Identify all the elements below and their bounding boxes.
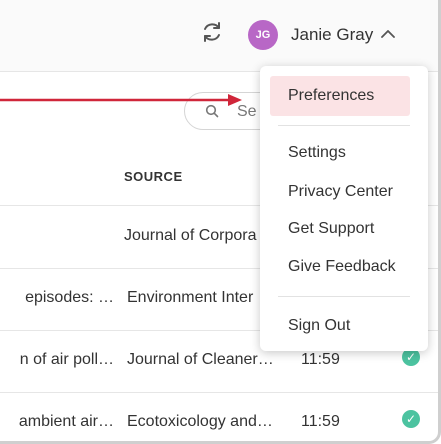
avatar[interactable]: JG	[248, 20, 278, 50]
row-time: 11:59	[301, 413, 340, 430]
menu-divider	[278, 125, 410, 126]
row-source: Journal of Cleaner…	[127, 351, 274, 368]
menu-item-privacy-center[interactable]: Privacy Center	[260, 172, 428, 212]
menu-item-preferences[interactable]: Preferences	[270, 76, 410, 116]
row-title: ambient air…	[18, 413, 114, 430]
menu-divider	[278, 296, 410, 297]
column-header-source[interactable]: SOURCE	[124, 169, 183, 184]
menu-item-get-support[interactable]: Get Support	[260, 209, 428, 249]
app-frame: JG Janie Gray Se SOURCE Journal of Corpo…	[0, 0, 441, 444]
user-name[interactable]: Janie Gray	[291, 25, 373, 45]
user-dropdown-menu: Preferences Settings Privacy Center Get …	[260, 66, 428, 351]
menu-item-sign-out[interactable]: Sign Out	[260, 306, 428, 346]
refresh-icon[interactable]	[200, 20, 224, 44]
top-bar: JG Janie Gray	[0, 0, 438, 72]
row-source: Ecotoxicology and…	[127, 413, 273, 430]
annotation-arrow	[0, 94, 242, 106]
row-source: Journal of Corpora	[124, 227, 257, 244]
row-time: 11:59	[301, 351, 340, 368]
menu-item-give-feedback[interactable]: Give Feedback	[260, 247, 428, 287]
row-title: n of air poll…	[19, 351, 114, 368]
menu-item-settings[interactable]: Settings	[260, 133, 428, 173]
row-title: episodes: …	[25, 289, 114, 306]
table-row[interactable]: ambient air… Ecotoxicology and… 11:59 ✓	[0, 393, 438, 441]
check-circle-icon: ✓	[402, 410, 420, 428]
chevron-up-icon[interactable]	[380, 28, 396, 40]
